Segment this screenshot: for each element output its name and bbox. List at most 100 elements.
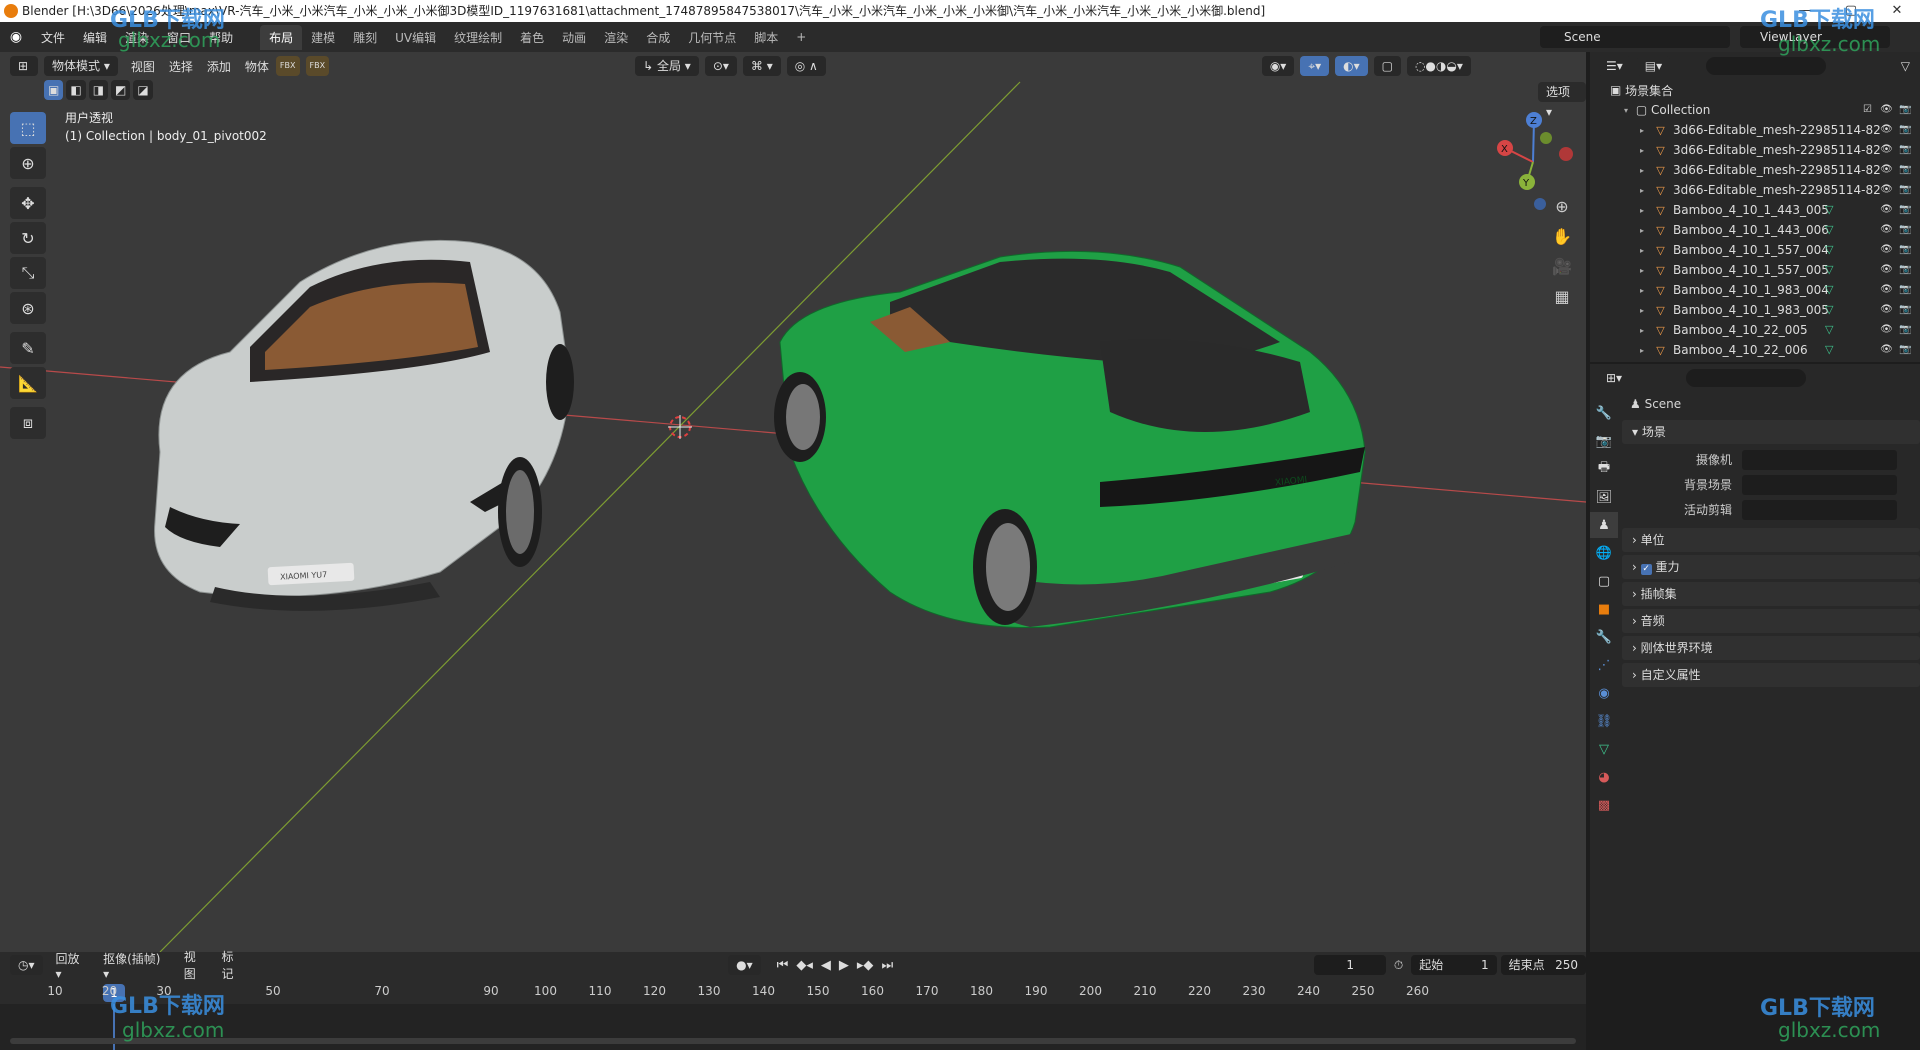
scene-selector[interactable]: Scene xyxy=(1540,26,1730,48)
tool-tab-icon[interactable]: 🔧 xyxy=(1590,400,1618,426)
measure-icon[interactable]: 📐 xyxy=(10,367,46,399)
scene-tab-icon[interactable]: ♟ xyxy=(1590,512,1618,538)
tab-compositing[interactable]: 合成 xyxy=(637,25,679,50)
gizmo-neg-y-axis[interactable] xyxy=(1540,132,1552,144)
eye-icon[interactable]: 👁 xyxy=(1880,183,1893,196)
outliner-object-row[interactable]: ▸ ▽ Bamboo_4_10_22_006 ▽ 👁 📷 xyxy=(1590,340,1920,360)
3d-viewport[interactable]: XIAOMI YU7 XIAOMI XIAOMI YU7 xyxy=(0,52,1586,952)
units-panel-header[interactable]: › 单位 xyxy=(1622,528,1920,552)
tab-geometry-nodes[interactable]: 几何节点 xyxy=(679,25,745,50)
white-car-model[interactable]: XIAOMI YU7 xyxy=(154,239,574,611)
transform-icon[interactable]: ⊛ xyxy=(10,292,46,324)
expand-icon[interactable]: ▸ xyxy=(1636,266,1648,275)
menu-keying[interactable]: 抠像(插帧) ▾ xyxy=(96,950,177,981)
fbx-import-icon[interactable]: FBX xyxy=(275,56,300,76)
menu-object[interactable]: 物体 xyxy=(238,58,276,75)
expand-icon[interactable]: ▸ xyxy=(1636,326,1648,335)
eye-icon[interactable]: 👁 xyxy=(1880,143,1893,156)
select-extend-icon[interactable]: ◧ xyxy=(66,80,86,100)
gravity-panel-header[interactable]: › ✓ 重力 xyxy=(1622,555,1920,579)
camera-icon[interactable]: 📷 xyxy=(1899,263,1912,276)
material-tab-icon[interactable]: ◕ xyxy=(1590,764,1618,790)
eye-icon[interactable]: 👁 xyxy=(1880,323,1893,336)
gizmo-toggle-icon[interactable]: ⌖▾ xyxy=(1300,56,1330,76)
menu-add[interactable]: 添加 xyxy=(200,58,238,75)
start-frame-field[interactable]: 起始 1 xyxy=(1411,955,1497,975)
outliner-object-row[interactable]: ▸ ▽ Bamboo_4_10_22_005 ▽ 👁 📷 xyxy=(1590,320,1920,340)
perspective-grid-icon[interactable]: ▦ xyxy=(1548,282,1576,310)
expand-icon[interactable]: ▸ xyxy=(1636,166,1648,175)
move-icon[interactable]: ✥ xyxy=(10,187,46,219)
tab-modeling[interactable]: 建模 xyxy=(302,25,344,50)
data-tab-icon[interactable]: ▽ xyxy=(1590,736,1618,762)
gizmo-neg-z-axis[interactable] xyxy=(1534,198,1546,210)
keying-sets-panel-header[interactable]: › 插帧集 xyxy=(1622,582,1920,606)
outliner-object-row[interactable]: ▸ ▽ 3d66-Editable_mesh-22985114-82 👁 📷 xyxy=(1590,160,1920,180)
fbx-export-icon[interactable]: FBX xyxy=(305,56,330,76)
green-car-model[interactable]: XIAOMI XIAOMI YU7 xyxy=(774,250,1366,629)
menu-view[interactable]: 视图 xyxy=(124,58,162,75)
overlay-toggle-icon[interactable]: ◐▾ xyxy=(1335,56,1368,76)
outliner-object-row[interactable]: ▸ ▽ Bamboo_4_10_1_983_004 ▽ 👁 📷 xyxy=(1590,280,1920,300)
jump-start-icon[interactable]: ⏮ xyxy=(777,958,789,973)
outliner-object-row[interactable]: ▸ ▽ 3d66-Editable_mesh-22985114-82 👁 📷 xyxy=(1590,180,1920,200)
checkbox-icon[interactable]: ☑ xyxy=(1861,103,1874,116)
camera-icon[interactable]: 📷 xyxy=(1899,183,1912,196)
menu-playback[interactable]: 回放 ▾ xyxy=(49,950,97,981)
output-tab-icon[interactable]: 🖶 xyxy=(1590,456,1618,482)
shading-modes-icon[interactable]: ◌●◑◒▾ xyxy=(1406,56,1471,76)
jump-end-icon[interactable]: ⏭ xyxy=(881,958,893,973)
end-frame-field[interactable]: 结束点 250 xyxy=(1500,955,1586,975)
transform-orientation-selector[interactable]: ↳ 全局 ▾ xyxy=(635,56,699,76)
scene-section-header[interactable]: ▾ 场景 xyxy=(1622,420,1920,444)
editor-type-icon[interactable]: ⊞ xyxy=(10,56,38,76)
camera-icon[interactable]: 📷 xyxy=(1899,243,1912,256)
blender-menu-icon[interactable]: ◉ xyxy=(6,27,26,47)
timeline-scrollbar[interactable] xyxy=(10,1038,1576,1044)
camera-icon[interactable]: 📷 xyxy=(1899,143,1912,156)
particles-tab-icon[interactable]: ⋰ xyxy=(1590,652,1618,678)
timeline-editor-icon[interactable]: ◷▾ xyxy=(10,955,43,975)
modifier-tab-icon[interactable]: 🔧 xyxy=(1590,624,1618,650)
expand-icon[interactable]: ▸ xyxy=(1636,206,1648,215)
camera-icon[interactable]: 📷 xyxy=(1899,223,1912,236)
rigid-body-world-panel-header[interactable]: › 刚体世界环境 xyxy=(1622,636,1920,660)
gizmo-neg-x-axis[interactable] xyxy=(1559,147,1573,161)
expand-icon[interactable]: ▸ xyxy=(1636,306,1648,315)
select-box-icon[interactable]: ⬚ xyxy=(10,112,46,144)
eye-icon[interactable]: 👁 xyxy=(1880,163,1893,176)
camera-icon[interactable]: 📷 xyxy=(1899,343,1912,356)
collection-row[interactable]: ▾ ▢ Collection ☑ 👁 📷 xyxy=(1590,100,1920,120)
menu-file[interactable]: 文件 xyxy=(32,29,74,46)
close-button[interactable]: ✕ xyxy=(1874,0,1920,22)
tab-animation[interactable]: 动画 xyxy=(553,25,595,50)
eye-icon[interactable]: 👁 xyxy=(1880,103,1893,116)
collection-tab-icon[interactable]: ▢ xyxy=(1590,568,1618,594)
outliner-object-row[interactable]: ▸ ▽ 3d66-Editable_mesh-22985114-82 👁 📷 xyxy=(1590,140,1920,160)
eye-icon[interactable]: 👁 xyxy=(1880,203,1893,216)
rotate-icon[interactable]: ↻ xyxy=(10,222,46,254)
tab-rendering[interactable]: 渲染 xyxy=(595,25,637,50)
camera-icon[interactable]: 📷 xyxy=(1899,283,1912,296)
camera-icon[interactable]: 📷 xyxy=(1899,323,1912,336)
timeline-ruler[interactable]: 1 10 20 30 50 70 90 100 110 120 130 140 150 160 170 18… xyxy=(0,982,1586,1002)
physics-tab-icon[interactable]: ◉ xyxy=(1590,680,1618,706)
expand-icon[interactable]: ▸ xyxy=(1636,186,1648,195)
eye-icon[interactable]: 👁 xyxy=(1880,243,1893,256)
current-frame-field[interactable]: 1 xyxy=(1314,955,1386,975)
texture-tab-icon[interactable]: ▩ xyxy=(1590,792,1618,818)
eye-icon[interactable]: 👁 xyxy=(1880,223,1893,236)
zoom-icon[interactable]: ⊕ xyxy=(1548,192,1576,220)
tab-scripting[interactable]: 脚本 xyxy=(745,25,787,50)
outliner-editor-icon[interactable]: ☰▾ xyxy=(1598,56,1631,76)
expand-icon[interactable]: ▸ xyxy=(1636,126,1648,135)
expand-icon[interactable]: ▸ xyxy=(1636,146,1648,155)
options-button[interactable]: 选项 ▾ xyxy=(1538,82,1586,119)
play-reverse-icon[interactable]: ◀ xyxy=(821,958,831,973)
select-new-icon[interactable]: ▣ xyxy=(44,80,64,100)
outliner-object-row[interactable]: ▸ ▽ 3d66-Editable_mesh-22985114-82 👁 📷 xyxy=(1590,120,1920,140)
camera-icon[interactable]: 📷 xyxy=(1899,163,1912,176)
scene-collection-row[interactable]: ▣ 场景集合 xyxy=(1590,80,1920,100)
camera-icon[interactable]: 📷 xyxy=(1899,123,1912,136)
outliner-object-row[interactable]: ▸ ▽ Bamboo_4_10_1_443_006 ▽ 👁 📷 xyxy=(1590,220,1920,240)
